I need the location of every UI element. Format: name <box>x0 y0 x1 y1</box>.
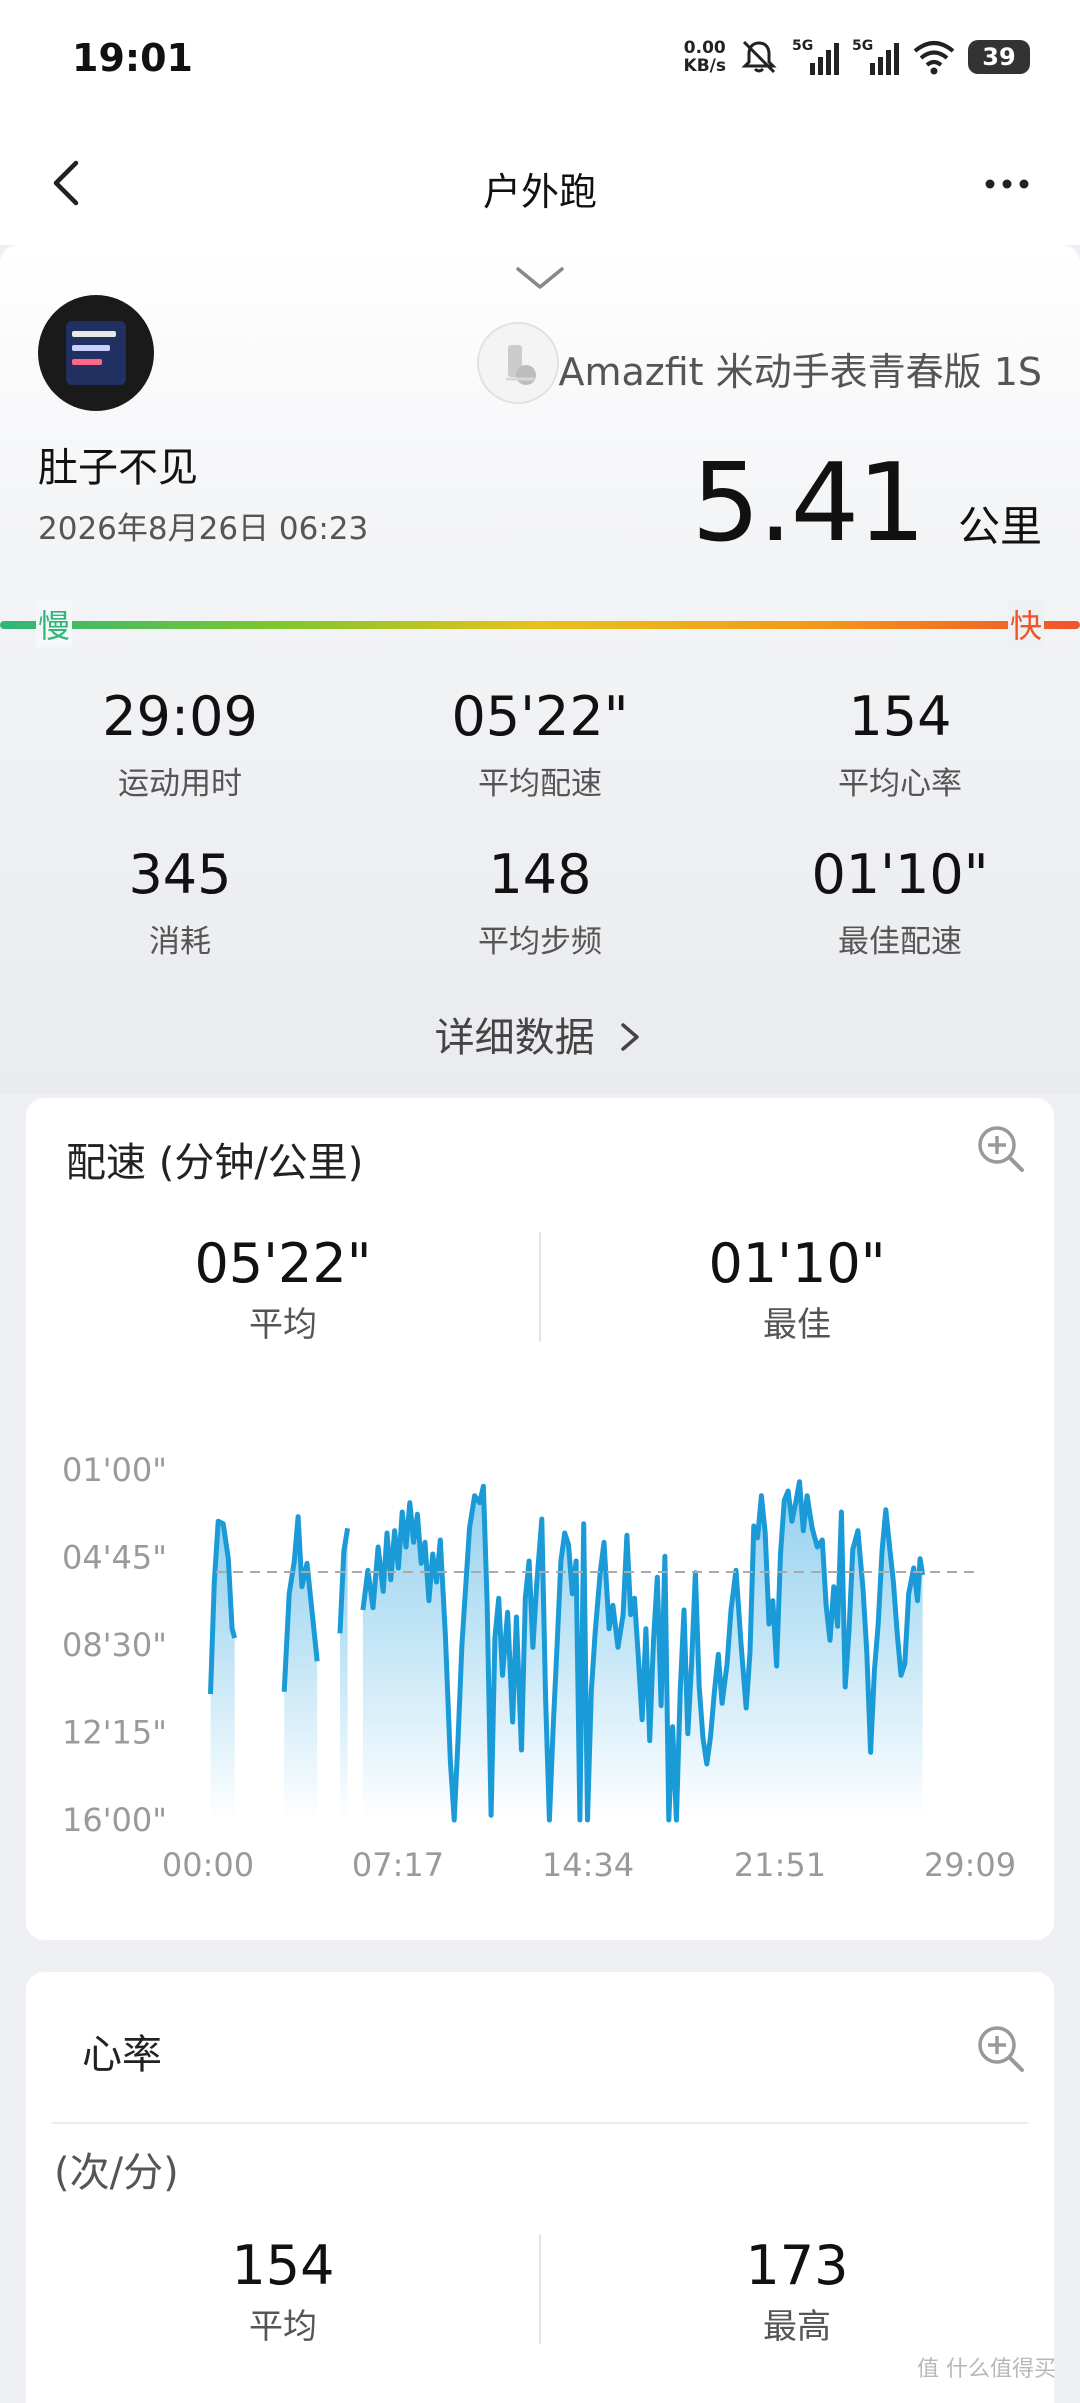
x-tick-label: 07:17 <box>352 1846 444 1884</box>
stat-calories: 345 消耗 <box>0 843 360 961</box>
status-bar: 19:01 0.00 KB/s 5G 5G 39 <box>0 0 1080 125</box>
workout-summary: Amazfit 米动手表青春版 1S 肚子不见 2026年8月26日 06:23… <box>0 245 1080 1095</box>
page-title: 户外跑 <box>482 170 597 214</box>
y-tick-label: 08'30" <box>62 1626 167 1664</box>
stat-label: 最佳配速 <box>838 924 962 960</box>
stat-value: 05'22" <box>451 685 629 748</box>
watermark: 值 什么值得买 <box>917 2357 1056 2382</box>
chevron-right-icon <box>621 1023 640 1051</box>
stat-label: 消耗 <box>149 924 211 960</box>
distance-unit: 公里 <box>957 502 1042 551</box>
x-tick-label: 00:00 <box>162 1846 254 1884</box>
heart-rate-max: 173 最高 <box>540 2234 1054 2348</box>
heart-rate-summary-row: 154 平均 173 最高 <box>26 2234 1054 2347</box>
device-photo <box>38 295 154 411</box>
status-time: 19:01 <box>72 36 193 80</box>
stat-label: 运动用时 <box>118 766 242 802</box>
heart-rate-max-label: 最高 <box>763 2307 831 2347</box>
signal-1-label: 5G <box>792 38 813 54</box>
stat-value: 154 <box>848 685 952 748</box>
heart-rate-unit: (次/分) <box>54 2150 179 2196</box>
stat-label: 平均步频 <box>478 924 602 960</box>
heart-rate-avg-label: 平均 <box>249 2307 317 2347</box>
heart-rate-card: 心率 (次/分) 154 平均 173 最高 <box>26 1972 1054 2403</box>
details-link[interactable]: 详细数据 <box>0 1005 1080 1063</box>
stat-avg-heart-rate: 154 平均心率 <box>720 685 1080 803</box>
heart-rate-avg: 154 平均 <box>26 2234 540 2348</box>
x-tick-label: 21:51 <box>734 1846 826 1884</box>
stat-avg-cadence: 148 平均步频 <box>360 843 720 961</box>
signal-icon: 5G <box>852 38 899 75</box>
user-name: 肚子不见 <box>38 445 198 491</box>
y-tick-label: 12'15" <box>62 1714 167 1752</box>
device-name: Amazfit 米动手表青春版 1S <box>558 350 1042 394</box>
y-tick-label: 04'45" <box>62 1539 167 1577</box>
stat-value: 345 <box>128 843 232 906</box>
navigation-bar: 户外跑 <box>0 125 1080 245</box>
stat-label: 平均心率 <box>838 766 962 802</box>
network-speed-value: 0.00 <box>683 38 726 58</box>
y-tick-label: 16'00" <box>62 1801 167 1839</box>
divider <box>52 2122 1028 2124</box>
heart-rate-max-value: 173 <box>745 2234 849 2297</box>
signal-2-label: 5G <box>852 38 873 54</box>
status-icons: 0.00 KB/s 5G 5G 39 <box>684 36 1030 78</box>
network-speed: 0.00 KB/s <box>684 39 726 75</box>
stat-value: 29:09 <box>102 685 258 748</box>
stat-avg-pace: 05'22" 平均配速 <box>360 685 720 803</box>
workout-date: 2026年8月26日 06:23 <box>38 511 369 547</box>
x-tick-label: 29:09 <box>924 1846 1016 1884</box>
heart-rate-avg-value: 154 <box>231 2234 335 2297</box>
more-button[interactable] <box>972 159 1042 209</box>
chevron-down-icon[interactable] <box>510 257 570 297</box>
stat-value: 01'10" <box>811 843 989 906</box>
wifi-icon <box>913 41 955 75</box>
stat-best-pace: 01'10" 最佳配速 <box>720 843 1080 961</box>
stat-duration: 29:09 运动用时 <box>0 685 360 803</box>
y-tick-label: 01'00" <box>62 1451 167 1489</box>
pace-chart[interactable]: 01'00" 04'45" 08'30" 12'15" 16'00" 00:00 07:1… <box>26 1098 1054 1940</box>
network-speed-unit: KB/s <box>683 56 726 76</box>
pace-gradient-bar <box>0 621 1080 629</box>
device-logo-icon <box>477 322 559 404</box>
battery-icon: 39 <box>968 40 1030 74</box>
signal-icon: 5G <box>792 38 839 75</box>
x-tick-label: 14:34 <box>542 1846 634 1884</box>
mute-icon <box>741 40 777 74</box>
more-horizontal-icon <box>985 179 1029 189</box>
pace-card: 配速 (分钟/公里) 05'22" 平均 01'10" 最佳 01'00" 04'… <box>26 1098 1054 1940</box>
zoom-in-icon[interactable] <box>974 2022 1028 2076</box>
heart-rate-title: 心率 <box>82 2032 162 2078</box>
details-link-label: 详细数据 <box>434 1015 595 1061</box>
pace-slow-label: 慢 <box>36 601 73 647</box>
stat-value: 148 <box>488 843 592 906</box>
stat-label: 平均配速 <box>478 766 602 802</box>
distance-value: 5.41 <box>691 441 926 566</box>
pace-fast-label: 快 <box>1007 601 1044 647</box>
